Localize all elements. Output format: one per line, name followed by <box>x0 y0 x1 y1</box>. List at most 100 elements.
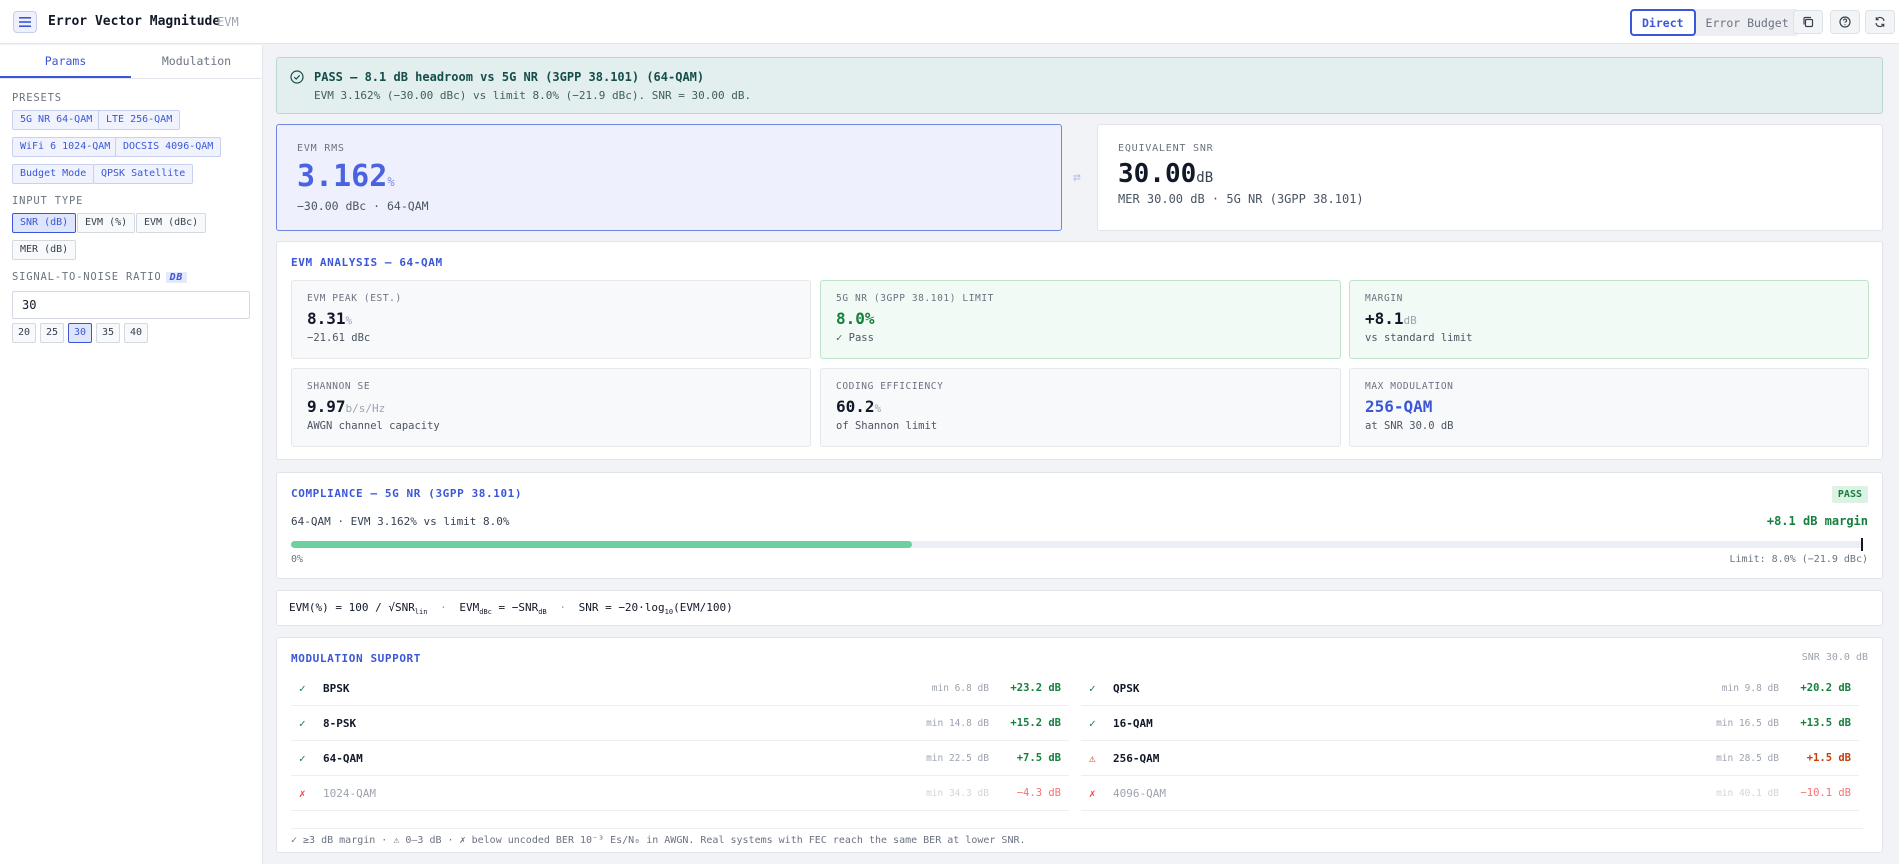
mod-margin: +7.5 dB <box>1016 752 1061 764</box>
cross-icon: ✗ <box>299 787 306 800</box>
mod-name: 4096-QAM <box>1113 787 1166 800</box>
compliance-bar-limit-marker <box>1861 538 1863 551</box>
evm-rms-label: EVM RMS <box>297 143 345 154</box>
equivalent-snr-sub: MER 30.00 dB · 5G NR (3GPP 38.101) <box>1118 192 1364 206</box>
mod-margin: +1.5 dB <box>1806 752 1851 764</box>
input-type-evm-dbc[interactable]: EVM (dBc) <box>136 213 207 233</box>
coding-efficiency-label: CODING EFFICIENCY <box>836 381 944 392</box>
input-type-snr[interactable]: SNR (dB) <box>12 213 77 233</box>
evm-peak-cell: EVM PEAK (EST.) 8.31% −21.61 dBc <box>291 280 811 359</box>
margin-unit: dB <box>1403 314 1417 327</box>
evm-rms-unit: % <box>387 175 395 189</box>
modulation-snr-note: SNR 30.0 dB <box>1801 652 1868 663</box>
sidebar-tabs: Params Modulation <box>0 45 262 79</box>
input-type-mer[interactable]: MER (dB) <box>12 240 77 260</box>
shannon-se-sub: AWGN channel capacity <box>307 420 440 432</box>
mode-error-budget-button[interactable]: Error Budget <box>1696 9 1799 36</box>
tab-params[interactable]: Params <box>0 45 131 78</box>
preset-lte-256qam[interactable]: LTE 256-QAM <box>98 110 181 130</box>
shannon-se-unit: b/s/Hz <box>345 402 386 415</box>
equivalent-snr-label: EQUIVALENT SNR <box>1118 143 1214 154</box>
modulation-row: ✓ BPSK min 6.8 dB +23.2 dB ✓ QPSK min 9.8 dB +… <box>291 671 1863 706</box>
mode-direct-button[interactable]: Direct <box>1630 9 1696 36</box>
formula-evm-pct: EVM(%) = 100 / √SNR <box>289 601 415 614</box>
evm-peak-number: 8.31 <box>307 309 346 328</box>
shannon-se-label: SHANNON SE <box>307 381 371 392</box>
swap-icon: ⇄ <box>1073 170 1081 185</box>
quick-snr-35[interactable]: 35 <box>96 323 120 343</box>
preset-5g-nr-64qam[interactable]: 5G NR 64-QAM <box>12 110 101 130</box>
check-icon: ✓ <box>299 752 306 765</box>
mod-cell-64qam: ✓ 64-QAM min 22.5 dB +7.5 dB <box>291 741 1069 776</box>
preset-docsis-4096qam[interactable]: DOCSIS 4096-QAM <box>115 137 222 157</box>
formula-line: EVM(%) = 100 / √SNRlin · EVMdBc = −SNRdB… <box>289 601 733 616</box>
top-header: Error Vector Magnitude EVM Direct Error … <box>0 0 1899 44</box>
check-icon: ✓ <box>299 682 306 695</box>
modulation-row: ✓ 8-PSK min 14.8 dB +15.2 dB ✓ 16-QAM min 16.… <box>291 706 1863 741</box>
max-modulation-label: MAX MODULATION <box>1365 381 1454 392</box>
preset-budget-mode[interactable]: Budget Mode <box>12 164 95 184</box>
quick-snr-40[interactable]: 40 <box>124 323 148 343</box>
app-title: Error Vector Magnitude <box>48 14 221 29</box>
modulation-support-title: MODULATION SUPPORT <box>291 652 422 665</box>
bar-end-label: Limit: 8.0% (−21.9 dBc) <box>1729 554 1868 565</box>
mod-margin: −10.1 dB <box>1800 787 1851 799</box>
mod-margin: +15.2 dB <box>1010 717 1061 729</box>
check-circle-icon <box>290 70 304 84</box>
mod-name: 256-QAM <box>1113 752 1160 765</box>
shannon-se-cell: SHANNON SE 9.97b/s/Hz AWGN channel capac… <box>291 368 811 447</box>
preset-wifi6-1024qam[interactable]: WiFi 6 1024-QAM <box>12 137 119 157</box>
mod-min: min 14.8 dB <box>926 718 989 729</box>
evm-peak-label: EVM PEAK (EST.) <box>307 293 402 304</box>
refresh-button[interactable] <box>1865 10 1895 34</box>
check-icon: ✓ <box>1089 682 1096 695</box>
bar-start-label: 0% <box>291 554 304 565</box>
tab-modulation[interactable]: Modulation <box>131 45 262 78</box>
evm-peak-value: 8.31% <box>307 309 352 328</box>
input-type-evm-pct[interactable]: EVM (%) <box>77 213 136 233</box>
mod-margin: +20.2 dB <box>1800 682 1851 694</box>
limit-sub: ✓ Pass <box>836 332 874 344</box>
evm-analysis-card: EVM ANALYSIS — 64-QAM EVM PEAK (EST.) 8.… <box>276 241 1883 460</box>
preset-qpsk-satellite[interactable]: QPSK Satellite <box>93 164 194 184</box>
app-root: Error Vector Magnitude EVM Direct Error … <box>0 0 1899 864</box>
evm-peak-unit: % <box>345 314 353 327</box>
evm-rms-card: EVM RMS 3.162% −30.00 dBc · 64-QAM <box>276 124 1062 231</box>
modulation-support-card: MODULATION SUPPORT SNR 30.0 dB ✓ BPSK min … <box>276 637 1883 853</box>
mod-cell-4096qam: ✗ 4096-QAM min 40.1 dB −10.1 dB <box>1081 776 1859 811</box>
coding-efficiency-unit: % <box>874 402 882 415</box>
quick-snr-20[interactable]: 20 <box>12 323 36 343</box>
formula-evm-dbc-rhs-sub: dB <box>538 608 547 617</box>
quick-snr-25[interactable]: 25 <box>40 323 64 343</box>
max-modulation-value: 256-QAM <box>1365 397 1433 416</box>
pass-banner: PASS — 8.1 dB headroom vs 5G NR (3GPP 38… <box>276 57 1883 114</box>
help-button[interactable] <box>1830 10 1860 34</box>
cross-icon: ✗ <box>1089 787 1096 800</box>
coding-efficiency-sub: of Shannon limit <box>836 420 938 432</box>
menu-button[interactable] <box>13 11 37 33</box>
input-type-label: INPUT TYPE <box>12 195 84 207</box>
margin-label: MARGIN <box>1365 293 1403 304</box>
compliance-card: COMPLIANCE — 5G NR (3GPP 38.101) PASS 64… <box>276 472 1883 579</box>
mod-name: QPSK <box>1113 682 1140 695</box>
mod-cell-bpsk: ✓ BPSK min 6.8 dB +23.2 dB <box>291 671 1069 706</box>
mod-cell-qpsk: ✓ QPSK min 9.8 dB +20.2 dB <box>1081 671 1859 706</box>
compliance-margin: +8.1 dB margin <box>1766 514 1868 528</box>
copy-button[interactable] <box>1793 10 1823 34</box>
margin-number: +8.1 <box>1365 309 1404 328</box>
quick-snr-30[interactable]: 30 <box>68 323 92 343</box>
mod-min: min 6.8 dB <box>931 683 989 694</box>
margin-value: +8.1dB <box>1365 309 1417 328</box>
margin-sub: vs standard limit <box>1365 332 1473 344</box>
snr-input[interactable] <box>12 291 250 319</box>
coding-efficiency-cell: CODING EFFICIENCY 60.2% of Shannon limit <box>820 368 1341 447</box>
hamburger-icon <box>19 17 31 27</box>
formula-evm-dbc-sub: dBc <box>479 608 492 617</box>
mod-name: 16-QAM <box>1113 717 1153 730</box>
limit-value: 8.0% <box>836 309 875 328</box>
modulation-row: ✓ 64-QAM min 22.5 dB +7.5 dB ⚠ 256-QAM min 28… <box>291 741 1863 776</box>
limit-label: 5G NR (3GPP 38.101) LIMIT <box>836 293 994 304</box>
limit-cell: 5G NR (3GPP 38.101) LIMIT 8.0% ✓ Pass <box>820 280 1341 359</box>
compliance-title: COMPLIANCE — 5G NR (3GPP 38.101) <box>291 487 523 500</box>
coding-efficiency-number: 60.2 <box>836 397 875 416</box>
